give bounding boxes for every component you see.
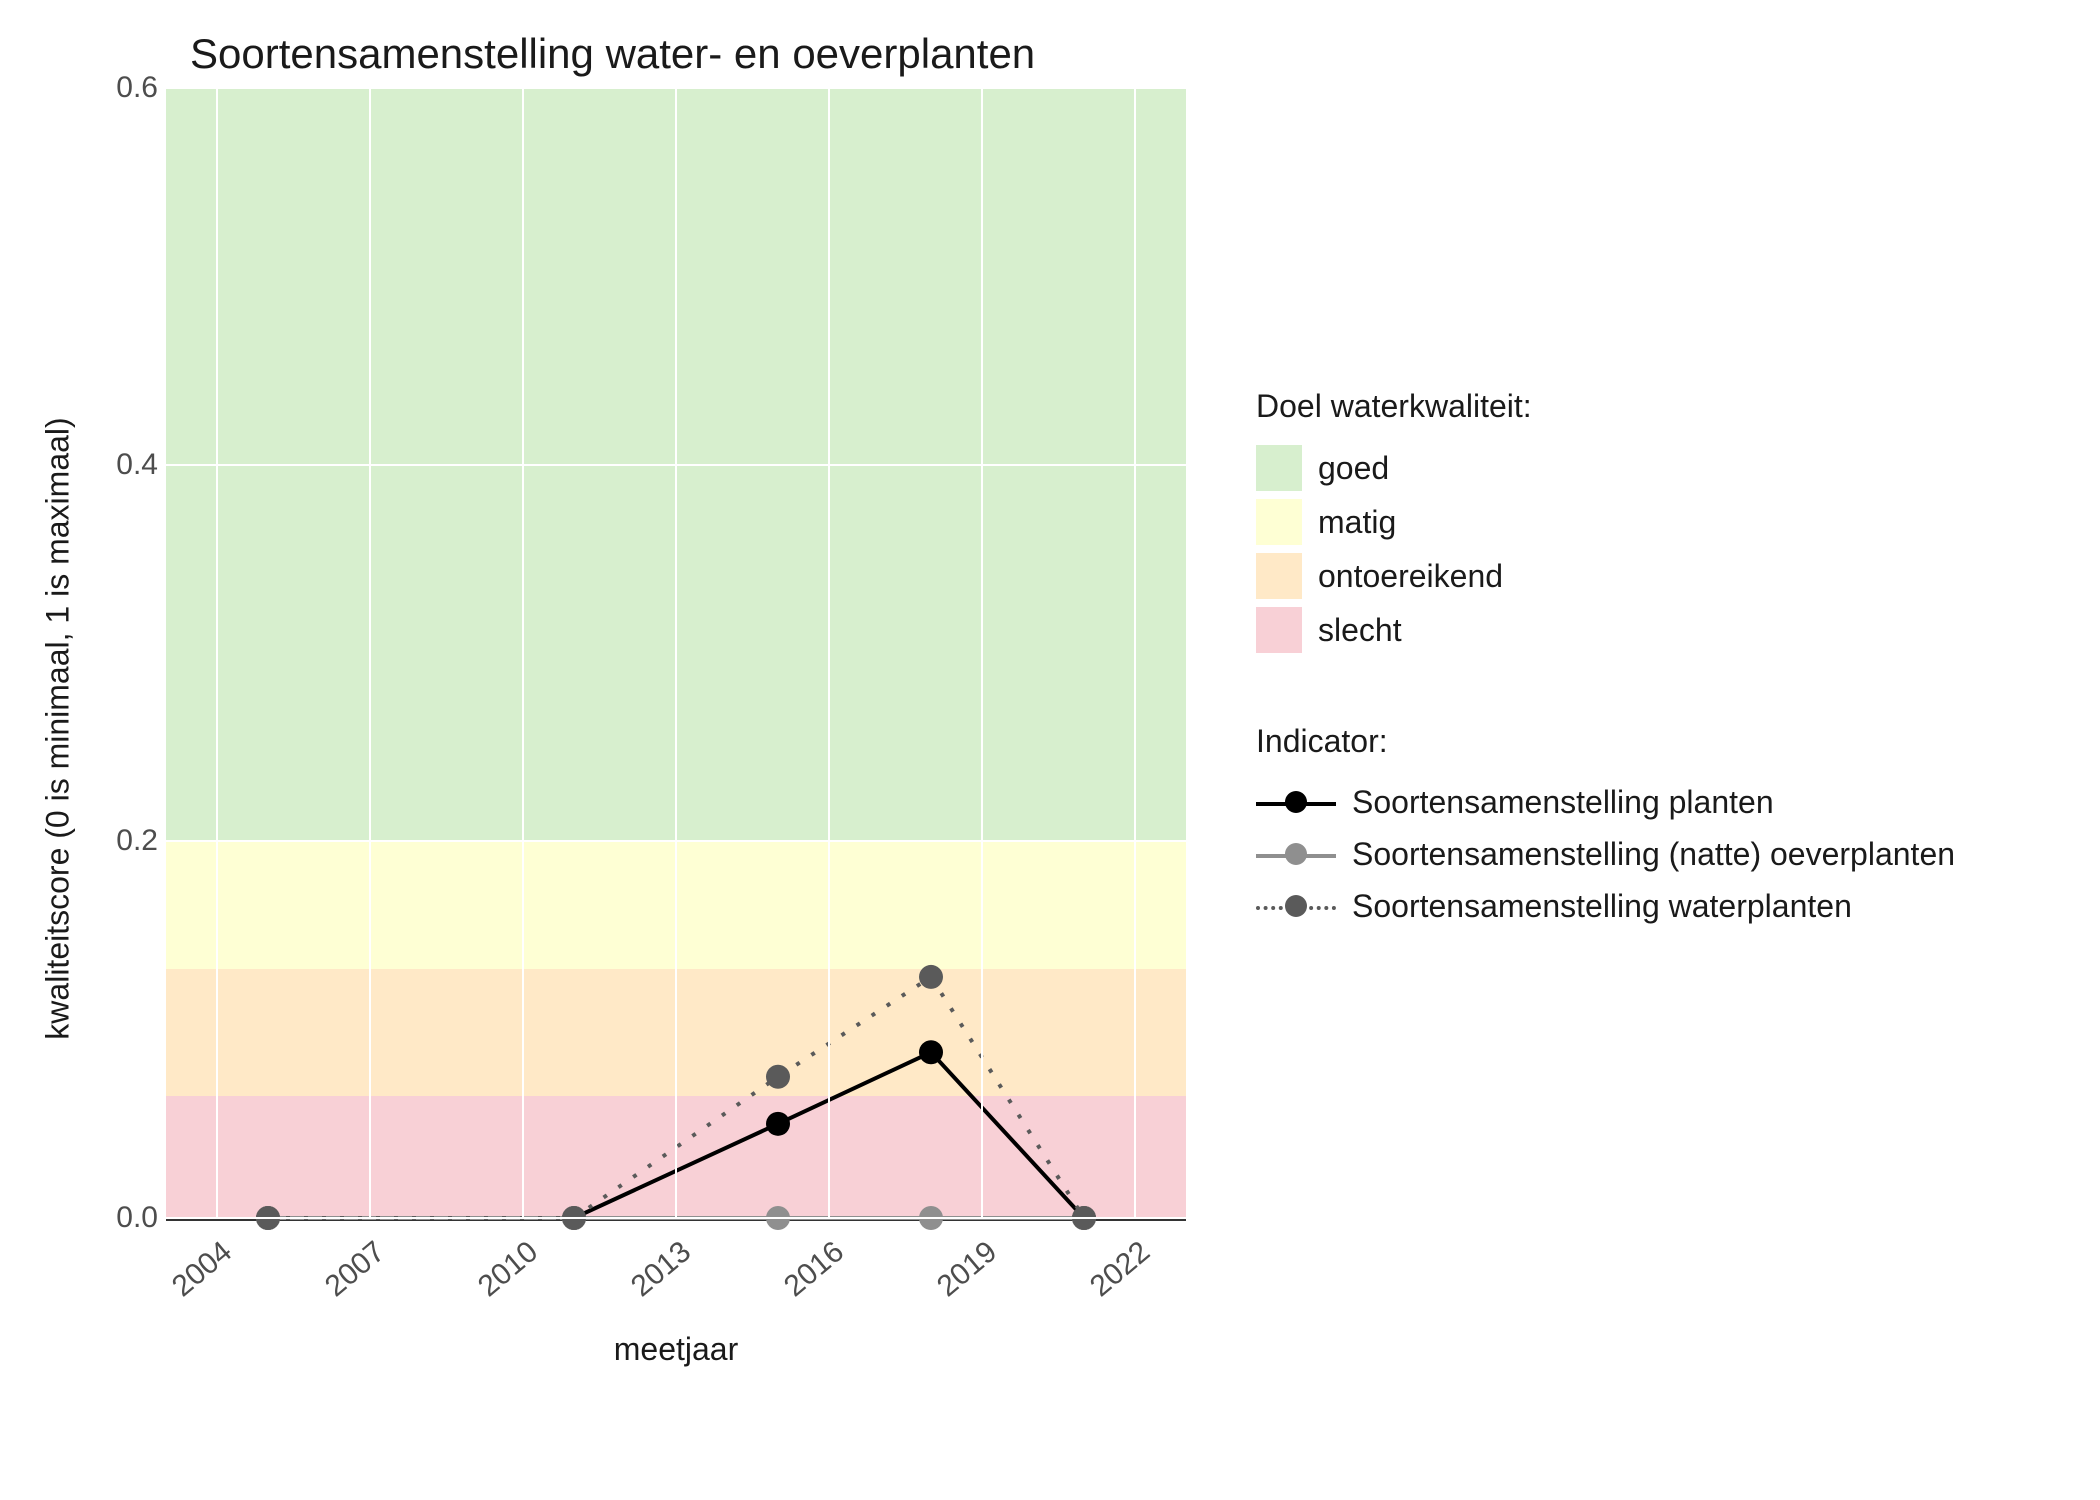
plot-with-axes: kwaliteitscore (0 is minimaal, 1 is maxi… xyxy=(30,88,1186,1368)
x-tick-label: 2004 xyxy=(166,1235,239,1304)
legend-band-label: goed xyxy=(1318,450,1389,487)
legend-series-item: Soortensamenstelling (natte) oeverplante… xyxy=(1256,832,1955,876)
v-gridline xyxy=(522,88,524,1218)
x-tick-label: 2019 xyxy=(931,1235,1004,1304)
v-gridline xyxy=(369,88,371,1218)
chart-title: Soortensamenstelling water- en oeverplan… xyxy=(190,30,2070,78)
y-axis-ticks: 0.00.20.40.6 xyxy=(86,88,166,1218)
legend-series-item: Soortensamenstelling planten xyxy=(1256,780,1955,824)
series-point xyxy=(919,1040,943,1064)
chart-body: kwaliteitscore (0 is minimaal, 1 is maxi… xyxy=(30,88,2070,1368)
legend-band-label: ontoereikend xyxy=(1318,558,1503,595)
v-gridline xyxy=(981,88,983,1218)
legend-swatch xyxy=(1256,607,1302,653)
v-gridline xyxy=(216,88,218,1218)
x-tick-label: 2022 xyxy=(1084,1235,1157,1304)
legend-series-label: Soortensamenstelling waterplanten xyxy=(1352,888,1852,925)
legend-series-key xyxy=(1256,780,1336,824)
y-tick-label: 0.4 xyxy=(116,448,158,482)
legend-series-key xyxy=(1256,884,1336,928)
legend-swatch xyxy=(1256,445,1302,491)
legend-series-title: Indicator: xyxy=(1256,723,1955,760)
x-axis-label: meetjaar xyxy=(166,1331,1186,1368)
series-point xyxy=(766,1065,790,1089)
y-tick-label: 0.0 xyxy=(116,1201,158,1235)
legend-quality: Doel waterkwaliteit: goed matig ontoereike… xyxy=(1256,388,1955,653)
v-gridline xyxy=(675,88,677,1218)
legend-quality-title: Doel waterkwaliteit: xyxy=(1256,388,1955,425)
x-axis-ticks: 2004 2007 2010 2013 2016 2019 2022 xyxy=(166,1221,1186,1301)
legend-series: Indicator: Soortensamenstelling planten S… xyxy=(1256,723,1955,928)
series-point xyxy=(919,965,943,989)
legend-series-item: Soortensamenstelling waterplanten xyxy=(1256,884,1955,928)
legend-series-label: Soortensamenstelling (natte) oeverplante… xyxy=(1352,836,1955,873)
x-tick-label: 2007 xyxy=(319,1235,392,1304)
legend-band-item: ontoereikend xyxy=(1256,553,1955,599)
v-gridline xyxy=(828,88,830,1218)
x-tick-label: 2010 xyxy=(472,1235,545,1304)
y-axis-label-wrap: kwaliteitscore (0 is minimaal, 1 is maxi… xyxy=(30,88,86,1368)
plot-column: 0.00.20.40.6 200420072010201320162019202… xyxy=(86,88,1186,1368)
legend-band-label: matig xyxy=(1318,504,1396,541)
legend-band-item: matig xyxy=(1256,499,1955,545)
y-axis-label: kwaliteitscore (0 is minimaal, 1 is maxi… xyxy=(40,417,77,1039)
x-tick-label: 2016 xyxy=(778,1235,851,1304)
v-gridline xyxy=(1134,88,1136,1218)
legend-series-label: Soortensamenstelling planten xyxy=(1352,784,1774,821)
legend-band-label: slecht xyxy=(1318,612,1402,649)
legend: Doel waterkwaliteit: goed matig ontoereike… xyxy=(1256,88,1955,1368)
legend-band-item: goed xyxy=(1256,445,1955,491)
legend-band-item: slecht xyxy=(1256,607,1955,653)
legend-series-key xyxy=(1256,832,1336,876)
chart-container: Soortensamenstelling water- en oeverplan… xyxy=(0,0,2100,1500)
plot-area xyxy=(166,88,1186,1221)
y-tick-label: 0.2 xyxy=(116,824,158,858)
legend-swatch xyxy=(1256,553,1302,599)
legend-swatch xyxy=(1256,499,1302,545)
x-tick-label: 2013 xyxy=(625,1235,698,1304)
y-tick-label: 0.6 xyxy=(116,71,158,105)
series-point xyxy=(766,1112,790,1136)
